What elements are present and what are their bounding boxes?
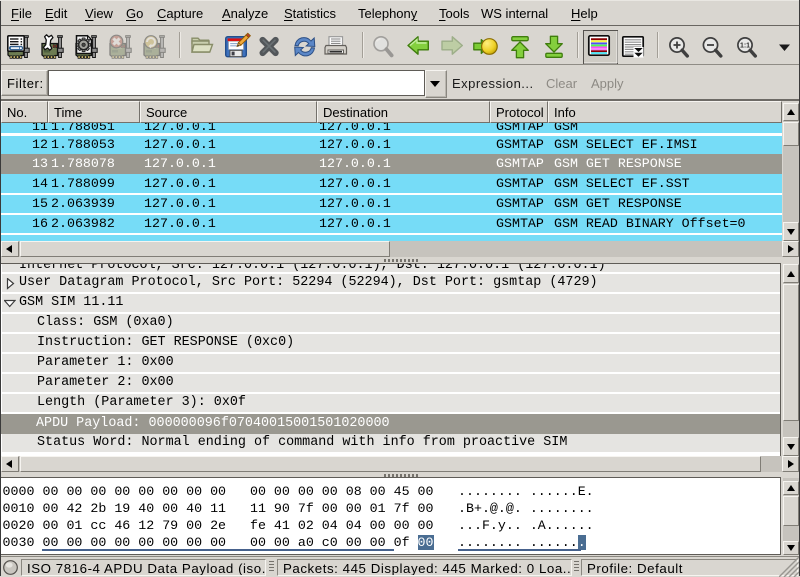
- svg-text:1:1: 1:1: [740, 42, 750, 49]
